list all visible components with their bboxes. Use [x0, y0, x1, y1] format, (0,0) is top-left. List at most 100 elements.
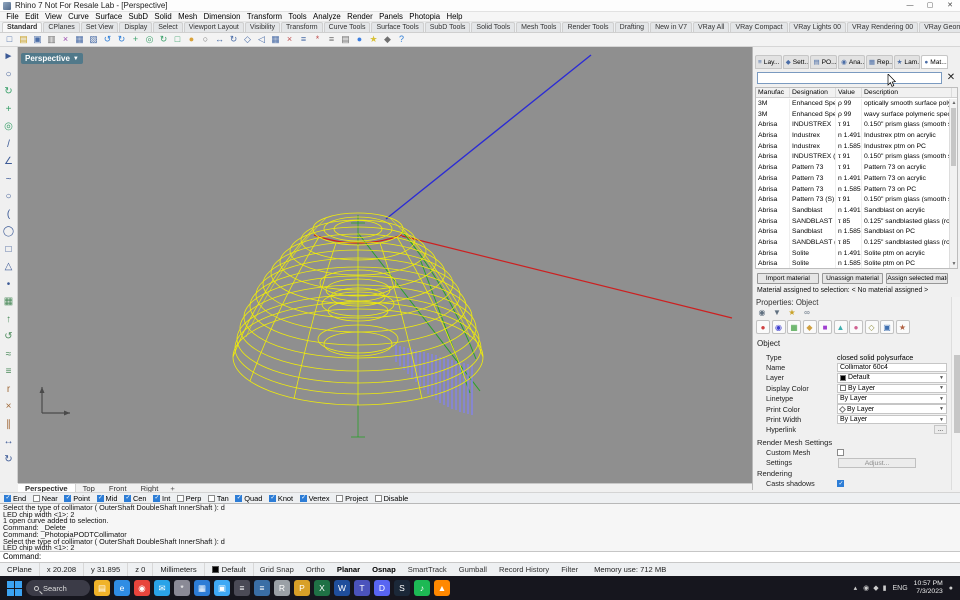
link-props-icon[interactable]: ∞	[802, 308, 812, 318]
wireframe-view-icon[interactable]: ○	[199, 33, 212, 46]
field-dropdown-layer[interactable]: Default ▼	[837, 373, 947, 383]
line-tool-icon[interactable]: /	[1, 136, 17, 154]
menu-photopia[interactable]: Photopia	[406, 12, 443, 21]
casts-shadows-checkbox[interactable]	[837, 480, 844, 488]
table-row[interactable]: Abrisa Solite n 1.491 Solite ptm on acrylic	[756, 248, 949, 260]
taskbar-search[interactable]: Search	[26, 580, 90, 596]
viewport-title[interactable]: Perspective ▼	[21, 53, 83, 64]
move-tool-icon[interactable]: ↔	[1, 433, 17, 451]
media-player-icon[interactable]: ▲	[434, 580, 450, 596]
zoom-window-icon[interactable]: ◎	[1, 118, 17, 136]
osnap-mid[interactable]: Mid	[96, 494, 117, 503]
cplane-selector[interactable]: CPlane	[0, 563, 40, 576]
toolbar-tab-visibility[interactable]: Visibility	[244, 22, 280, 32]
adjust-button[interactable]: Adjust...	[838, 458, 916, 468]
menu-transform[interactable]: Transform	[244, 12, 286, 21]
edge-browser-icon[interactable]: e	[114, 580, 130, 596]
menu-render[interactable]: Render	[344, 12, 376, 21]
table-row[interactable]: Abrisa Pattern 73 n 1.491 Pattern 73 on acr…	[756, 173, 949, 185]
toolbar-tab-display[interactable]: Display	[119, 22, 153, 32]
toolbar-tab-vray-rendering-00[interactable]: VRay Rendering 00	[847, 22, 919, 32]
properties-scrollbar[interactable]	[951, 297, 960, 490]
excel-icon[interactable]: X	[314, 580, 330, 596]
layers-icon[interactable]: ≡	[325, 33, 338, 46]
status-toggle-smarttrack[interactable]: SmartTrack	[402, 565, 453, 574]
properties-tab-info-icon[interactable]: ★	[895, 320, 910, 334]
volume-icon[interactable]: ◆	[873, 584, 878, 592]
assign-selected-material-button[interactable]: Assign selected material	[886, 273, 949, 284]
viewport-props-icon[interactable]: ◉	[757, 308, 767, 318]
minimize-button[interactable]: —	[900, 0, 920, 11]
menu-analyze[interactable]: Analyze	[310, 12, 344, 21]
spotify-icon[interactable]: ♪	[414, 580, 430, 596]
panel-tab-ana[interactable]: ◉ Ana...	[838, 55, 865, 69]
osnap-checkbox-perp[interactable]	[176, 494, 184, 502]
panel-tab-rep[interactable]: ▦Rep...	[865, 55, 893, 69]
osnap-point[interactable]: Point	[64, 494, 90, 503]
status-toggle-planar[interactable]: Planar	[331, 565, 366, 574]
osnap-checkbox-disable[interactable]	[374, 494, 382, 502]
arc-tool-icon[interactable]: (	[1, 206, 17, 224]
shaded-view-icon[interactable]: ●	[185, 33, 198, 46]
properties-tab-mapping-icon[interactable]: ■	[818, 320, 832, 334]
toolbar-tab-select[interactable]: Select	[153, 22, 183, 32]
split-tool-icon[interactable]: ∥	[1, 416, 17, 434]
toolbar-tab-subd-tools[interactable]: SubD Tools	[424, 22, 471, 32]
toolbar-tab-vray-lights-00[interactable]: VRay Lights 00	[788, 22, 847, 32]
column-header-description[interactable]: Description	[862, 88, 952, 97]
toolbar-tab-vray-compact[interactable]: VRay Compact	[730, 22, 788, 32]
status-toggle-record-history[interactable]: Record History	[493, 565, 555, 574]
tray-chevron-icon[interactable]: ▴	[854, 584, 858, 592]
circle-tool-icon[interactable]: ○	[1, 188, 17, 206]
table-row[interactable]: Abrisa INDUSTREX τ 91 0.150" prism glass (s…	[756, 120, 949, 132]
trim-tool-icon[interactable]: ×	[1, 398, 17, 416]
unassign-material-button[interactable]: Unassign material	[821, 273, 884, 284]
new-file-icon[interactable]: □	[3, 33, 16, 46]
toolbar-tab-drafting[interactable]: Drafting	[614, 22, 650, 32]
panel-tab-mat[interactable]: ● Mat...	[921, 55, 949, 69]
properties-tab-mesh-icon[interactable]: ◇	[864, 320, 879, 334]
options-icon[interactable]: ◆	[381, 33, 394, 46]
menu-panels[interactable]: Panels	[376, 12, 406, 21]
notifications-icon[interactable]: ●	[949, 585, 953, 592]
maximize-button[interactable]: ▢	[920, 0, 940, 11]
custom-mesh-checkbox[interactable]	[837, 449, 844, 457]
revolve-tool-icon[interactable]: ↺	[1, 328, 17, 346]
import-material-button[interactable]: Import material	[757, 273, 819, 284]
toolbar-tab-cplanes[interactable]: CPlanes	[43, 22, 80, 32]
units-label[interactable]: Millimeters	[153, 563, 205, 576]
file-explorer-icon[interactable]: ▤	[94, 580, 110, 596]
join-icon[interactable]: ≡	[297, 33, 310, 46]
explode-icon[interactable]: *	[311, 33, 324, 46]
move-icon[interactable]: ↔	[213, 33, 226, 46]
scale-icon[interactable]: ◇	[241, 33, 254, 46]
field-dropdown-display-color[interactable]: By Layer ▼	[837, 383, 947, 394]
panel-tab-po[interactable]: ▤ PO...	[810, 55, 838, 69]
close-button[interactable]: ✕	[940, 0, 960, 11]
table-row[interactable]: Abrisa Solite n 1.585 Solite ptm on PC	[756, 259, 949, 268]
menu-surface[interactable]: Surface	[92, 12, 125, 21]
filter-props-icon[interactable]: ▼	[772, 308, 782, 318]
photopia-app-icon[interactable]: P	[294, 580, 310, 596]
table-row[interactable]: Abrisa Industrex n 1.585 Industrex ptm on P…	[756, 141, 949, 153]
column-header-manufac[interactable]: Manufac	[756, 88, 790, 97]
osnap-checkbox-quad[interactable]	[235, 494, 243, 502]
select-pointer-icon[interactable]: ►	[1, 48, 17, 66]
status-toggle-osnap[interactable]: Osnap	[366, 565, 402, 574]
column-header-value[interactable]: Value	[836, 88, 862, 97]
table-row[interactable]: 3M Enhanced Spec ρ 99 wavy surface polymeri…	[756, 109, 949, 121]
light-props-icon[interactable]: ★	[787, 308, 797, 318]
notepad-icon[interactable]: ≡	[254, 580, 270, 596]
properties-tab-texture-icon[interactable]: ▦	[787, 320, 801, 334]
column-header-designation[interactable]: Designation	[790, 88, 836, 97]
osnap-checkbox-point[interactable]	[64, 494, 72, 502]
field-input-name[interactable]: Collimator 60c4	[837, 362, 947, 373]
settings-app-icon[interactable]: *	[174, 580, 190, 596]
chrome-browser-icon[interactable]: ◉	[134, 580, 150, 596]
lasso-select-icon[interactable]: ○	[1, 66, 17, 84]
discord-icon[interactable]: D	[374, 580, 390, 596]
view-rotate-icon[interactable]: ↻	[1, 83, 17, 101]
menu-file[interactable]: File	[3, 12, 22, 21]
osnap-checkbox-int[interactable]	[153, 494, 161, 502]
osnap-cen[interactable]: Cen	[123, 494, 147, 503]
